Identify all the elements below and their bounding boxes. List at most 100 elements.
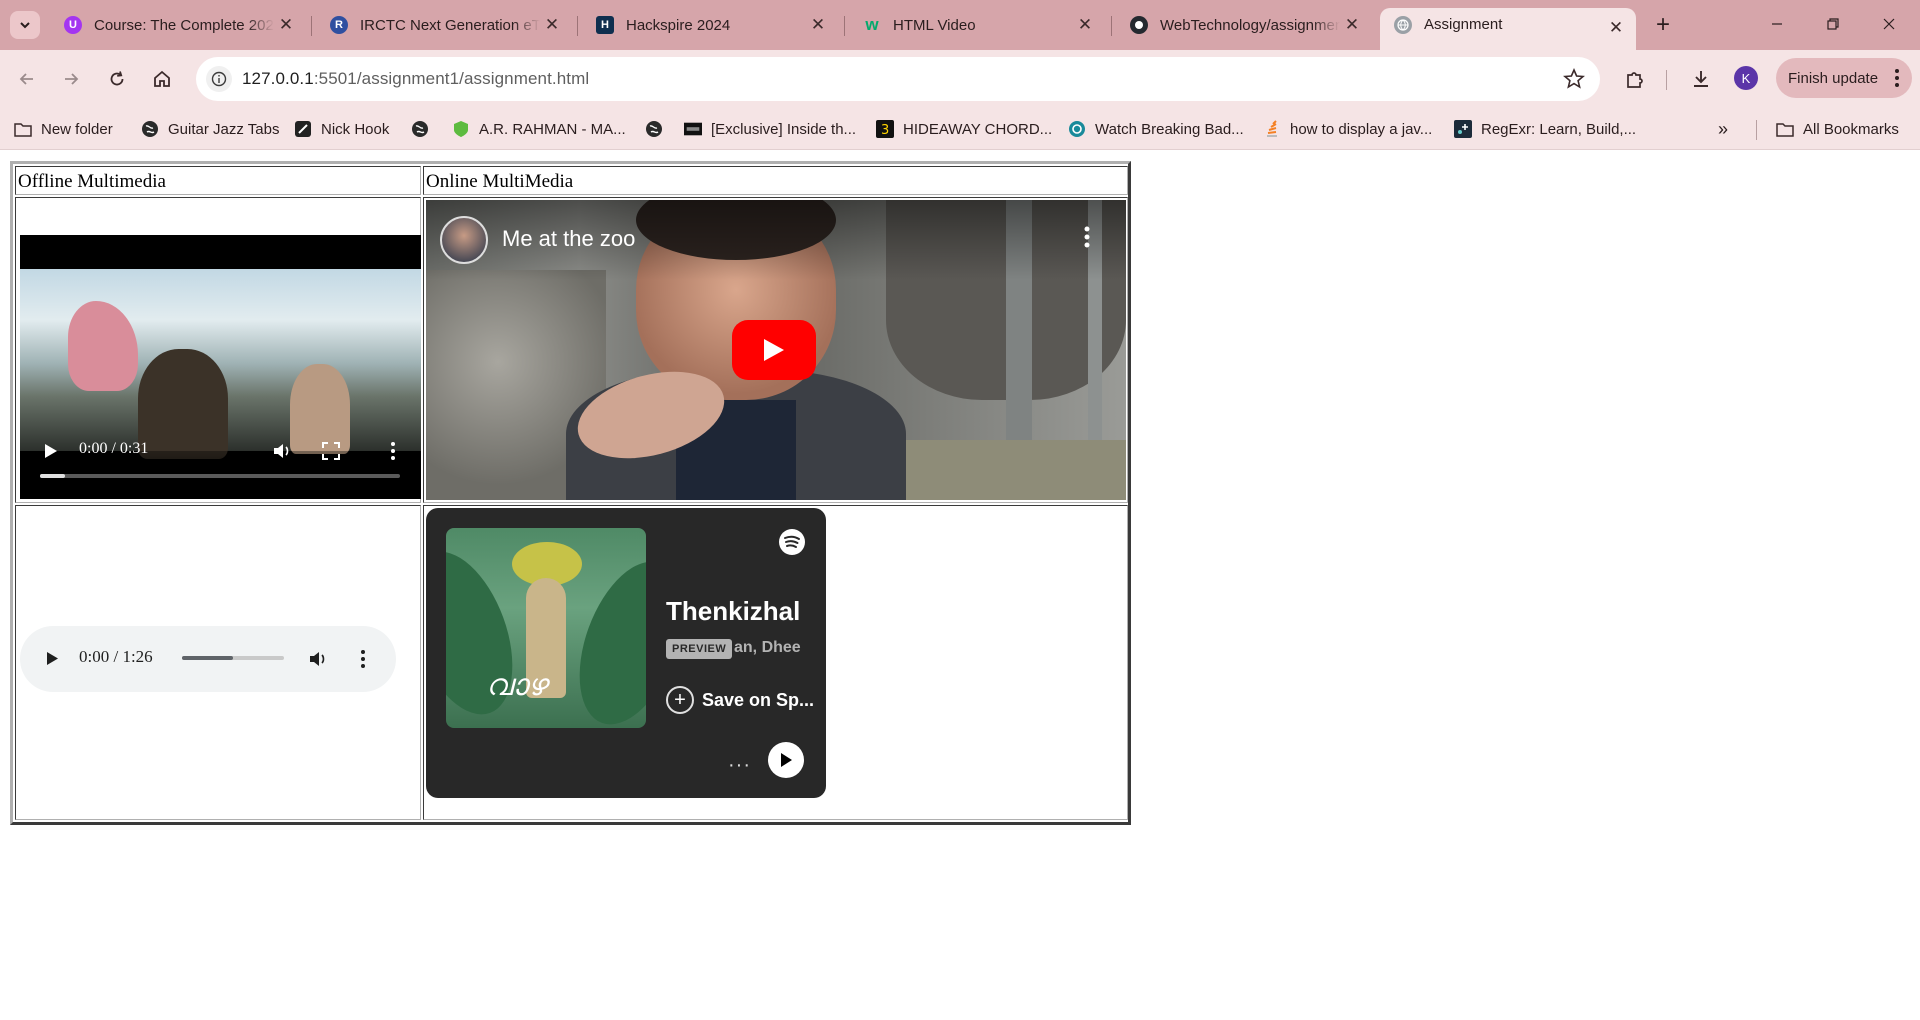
close-icon[interactable]: ✕	[1340, 13, 1364, 37]
more-options-button[interactable]: ···	[728, 754, 751, 777]
spotify-embed[interactable]: വാഴ Thenkizhal PREVIEW an, Dhee + Save o…	[426, 508, 826, 798]
play-icon[interactable]	[46, 651, 59, 666]
tab-strip: U Course: The Complete 2024 ✕ R IRCTC Ne…	[0, 0, 1920, 50]
finish-update-label: Finish update	[1788, 69, 1879, 87]
bookmark-guitar-jazz-tabs[interactable]: Guitar Jazz Tabs	[141, 117, 279, 141]
bookmark-label: Watch Breaking Bad...	[1095, 120, 1244, 138]
album-cover[interactable]: വാഴ	[446, 528, 646, 728]
local-audio-player[interactable]: 0:00 / 1:26	[20, 626, 396, 692]
globe-icon	[1394, 16, 1412, 34]
close-icon[interactable]: ✕	[1604, 16, 1628, 40]
spotify-logo-icon[interactable]	[778, 528, 806, 556]
restore-icon	[1827, 18, 1839, 30]
address-bar[interactable]: 127.0.0.1:5501/assignment1/assignment.ht…	[196, 57, 1600, 101]
globe-icon	[411, 120, 429, 138]
tab-divider	[1111, 16, 1112, 36]
tab-irctc[interactable]: R IRCTC Next Generation eTicketing ✕	[316, 8, 572, 42]
play-icon[interactable]	[44, 443, 58, 459]
minimize-button[interactable]	[1752, 8, 1802, 40]
bookmarks-bar: New folder Guitar Jazz Tabs Nick Hook A.…	[0, 108, 1920, 150]
finish-update-button[interactable]: Finish update	[1776, 58, 1912, 98]
downloads-button[interactable]	[1686, 64, 1716, 94]
track-artist[interactable]: an, Dhee	[734, 639, 816, 657]
github-icon	[1130, 16, 1148, 34]
tab-hackspire[interactable]: H Hackspire 2024 ✕	[582, 8, 838, 42]
bookmark-hideaway-chords[interactable]: 3 HIDEAWAY CHORD...	[876, 117, 1052, 141]
video-controls: 0:00 / 0:31	[20, 440, 421, 499]
site-info-icon[interactable]	[206, 66, 232, 92]
site-icon	[684, 120, 702, 138]
forward-button[interactable]	[56, 64, 86, 94]
tab-github[interactable]: WebTechnology/assignment ✕	[1116, 8, 1372, 42]
channel-avatar[interactable]	[440, 216, 488, 264]
kebab-menu-icon[interactable]	[1084, 226, 1090, 248]
profile-avatar[interactable]: K	[1734, 66, 1758, 90]
kebab-menu-icon[interactable]	[360, 650, 366, 668]
tab-label: Course: The Complete 2024	[94, 16, 274, 34]
fullscreen-icon[interactable]	[322, 442, 340, 460]
header-online-label: Online MultiMedia	[426, 171, 574, 192]
bookmark-new-folder[interactable]: New folder	[14, 117, 113, 141]
extensions-button[interactable]	[1620, 64, 1650, 94]
reload-button[interactable]	[102, 64, 132, 94]
bookmark-globe[interactable]	[411, 117, 438, 141]
tab-assignment-active[interactable]: Assignment ✕	[1380, 8, 1636, 50]
bookmarks-overflow-button[interactable]: »	[1718, 117, 1728, 141]
bookmark-regexr[interactable]: RegExr: Learn, Build,...	[1454, 117, 1636, 141]
bookmark-nick-hook[interactable]: Nick Hook	[294, 117, 389, 141]
youtube-play-button[interactable]	[732, 320, 816, 380]
save-on-spotify-button[interactable]: + Save on Sp...	[666, 686, 814, 714]
bookmark-label: All Bookmarks	[1803, 120, 1899, 138]
bookmark-label: Nick Hook	[321, 120, 390, 138]
audio-time: 0:00 / 1:26	[79, 647, 153, 666]
toolbar-divider	[1666, 70, 1667, 90]
new-tab-button[interactable]: +	[1648, 11, 1678, 39]
tab-label: WebTechnology/assignment	[1160, 16, 1340, 34]
youtube-video-title[interactable]: Me at the zoo	[502, 226, 635, 252]
video-progress-bar[interactable]	[40, 474, 400, 478]
local-video-player[interactable]: 0:00 / 0:31	[20, 235, 421, 499]
folder-icon	[1776, 120, 1794, 138]
bookmark-display-java[interactable]: how to display a jav...	[1263, 117, 1432, 141]
close-icon[interactable]: ✕	[806, 13, 830, 37]
spotify-play-button[interactable]	[768, 742, 804, 778]
bookmark-star-icon[interactable]	[1562, 67, 1586, 91]
tab-search-button[interactable]	[10, 11, 40, 39]
close-window-button[interactable]	[1864, 8, 1914, 40]
chevron-double-right-icon: »	[1718, 118, 1729, 139]
video-time: 0:00 / 0:31	[79, 440, 149, 457]
back-button[interactable]	[12, 64, 42, 94]
volume-icon[interactable]	[272, 441, 292, 461]
home-button[interactable]	[147, 64, 177, 94]
bookmark-breaking-bad[interactable]: Watch Breaking Bad...	[1068, 117, 1244, 141]
url-text[interactable]: 127.0.0.1:5501/assignment1/assignment.ht…	[242, 69, 589, 89]
tab-html-video[interactable]: w HTML Video ✕	[849, 8, 1105, 42]
kebab-menu-icon	[1895, 69, 1899, 87]
tab-udemy[interactable]: U Course: The Complete 2024 ✕	[50, 8, 306, 42]
close-icon[interactable]: ✕	[1073, 13, 1097, 37]
bookmark-exclusive-inside[interactable]: [Exclusive] Inside th...	[684, 117, 856, 141]
url-host: 127.0.0.1	[242, 69, 314, 88]
track-title[interactable]: Thenkizhal	[666, 596, 826, 627]
arrow-left-icon	[19, 73, 33, 85]
bookmark-ar-rahman[interactable]: A.R. RAHMAN - MA...	[452, 117, 626, 141]
w3schools-icon: w	[865, 15, 879, 34]
close-icon[interactable]: ✕	[274, 13, 298, 37]
all-bookmarks-button[interactable]: All Bookmarks	[1776, 117, 1899, 141]
site-icon: 3	[876, 120, 894, 138]
bookmark-globe-2[interactable]	[645, 117, 672, 141]
bookmark-label: how to display a jav...	[1290, 120, 1433, 138]
close-icon[interactable]: ✕	[540, 13, 564, 37]
irctc-icon: R	[330, 16, 348, 34]
restore-button[interactable]	[1808, 8, 1858, 40]
bookmark-label: [Exclusive] Inside th...	[711, 120, 857, 138]
site-icon	[294, 120, 312, 138]
plus-icon: +	[1655, 11, 1670, 38]
tab-divider	[577, 16, 578, 36]
kebab-menu-icon[interactable]	[390, 442, 396, 460]
youtube-embed[interactable]: Me at the zoo	[426, 200, 1126, 500]
audio-progress-bar[interactable]	[182, 656, 284, 660]
volume-icon[interactable]	[308, 649, 328, 669]
site-icon	[1454, 120, 1472, 138]
play-icon	[781, 753, 792, 767]
